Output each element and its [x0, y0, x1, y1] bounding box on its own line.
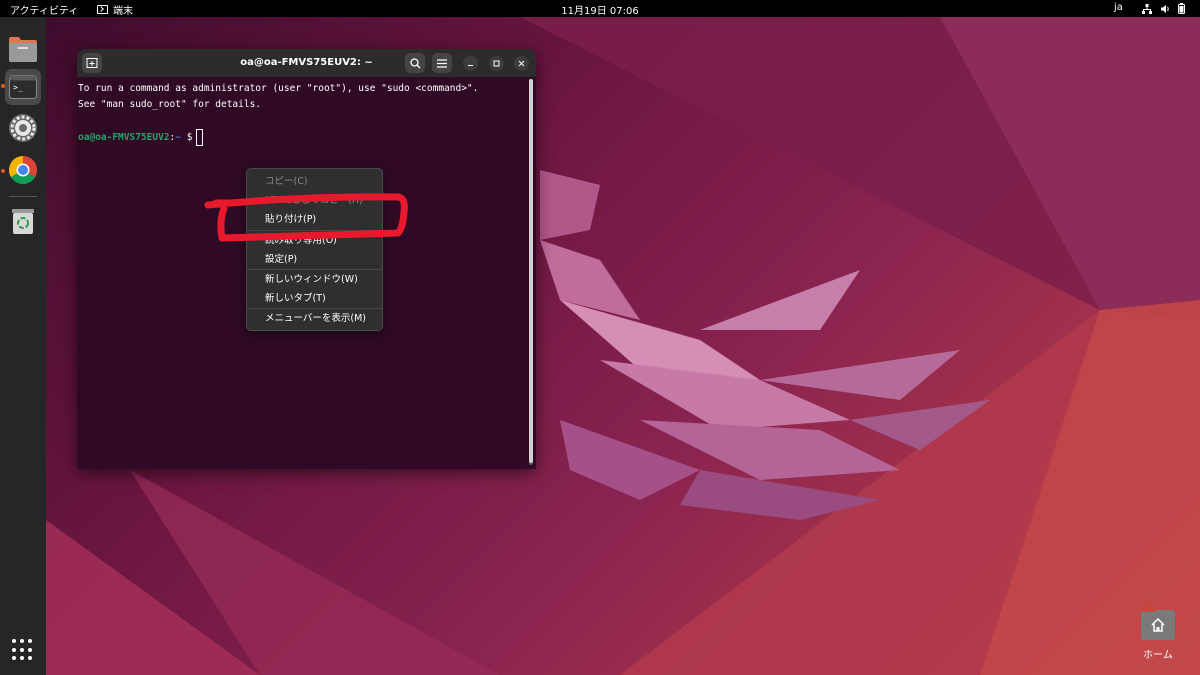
dock-trash[interactable] — [5, 203, 41, 239]
prompt-user: oa@oa-FMVS75EUV2 — [78, 132, 170, 143]
dock-separator — [9, 196, 37, 197]
terminal-header-bar[interactable]: oa@oa-FMVS75EUV2: ~ — [77, 49, 536, 77]
hamburger-menu-icon — [437, 58, 447, 68]
minimize-button[interactable] — [463, 56, 478, 71]
terminal-context-menu: コピー(C) HTMLとしてコピー(H) 貼り付け(P) 読み取り専用(O) 設… — [246, 168, 383, 331]
close-icon — [518, 60, 525, 67]
dock-terminal[interactable]: >_ — [5, 69, 41, 105]
terminal-prompt-line: oa@oa-FMVS75EUV2:~ $ — [78, 129, 528, 146]
close-button[interactable] — [514, 56, 529, 71]
menu-item-show-menubar[interactable]: メニューバーを表示(M) — [247, 309, 382, 328]
top-bar: アクティビティ 端末 11月19日 07:06 ja — [0, 0, 1200, 17]
maximize-button[interactable] — [489, 56, 504, 71]
dock-chrome[interactable] — [5, 152, 41, 188]
clock[interactable]: 11月19日 07:06 — [0, 2, 1200, 17]
menu-item-paste[interactable]: 貼り付け(P) — [247, 210, 382, 229]
hamburger-menu-button[interactable] — [432, 53, 452, 73]
terminal-line: See "man sudo_root" for details. — [78, 99, 262, 110]
scrollbar-thumb[interactable] — [529, 79, 533, 463]
terminal-line: To run a command as administrator (user … — [78, 83, 479, 94]
chrome-icon — [9, 156, 37, 184]
search-button[interactable] — [405, 53, 425, 73]
terminal-scrollbar[interactable] — [529, 79, 533, 465]
menu-item-new-window[interactable]: 新しいウィンドウ(W) — [247, 270, 382, 289]
input-language-indicator[interactable]: ja — [1114, 2, 1123, 13]
home-folder-icon — [1141, 606, 1175, 640]
show-applications-button[interactable] — [12, 639, 34, 661]
search-icon — [409, 57, 420, 68]
prompt-symbol: $ — [186, 132, 193, 143]
desktop-home-folder[interactable]: ホーム — [1135, 606, 1181, 661]
system-tray[interactable] — [1142, 3, 1185, 14]
trash-icon — [12, 209, 34, 234]
dock-files[interactable] — [5, 31, 41, 67]
menu-item-preferences[interactable]: 設定(P) — [247, 250, 382, 269]
house-icon — [1151, 618, 1165, 632]
settings-icon — [9, 114, 37, 142]
prompt-path: ~ — [175, 132, 181, 143]
maximize-icon — [493, 60, 500, 67]
terminal-icon: >_ — [9, 75, 37, 99]
menu-item-copy-html[interactable]: HTMLとしてコピー(H) — [247, 191, 382, 210]
files-icon — [9, 37, 37, 62]
minimize-icon — [468, 65, 473, 66]
volume-icon — [1161, 4, 1169, 13]
svg-text:>_: >_ — [13, 83, 23, 92]
menu-item-read-only[interactable]: 読み取り専用(O) — [247, 231, 382, 250]
dock-settings[interactable] — [5, 110, 41, 146]
text-cursor — [196, 129, 204, 146]
battery-icon — [1178, 3, 1185, 14]
menu-item-new-tab[interactable]: 新しいタブ(T) — [247, 289, 382, 308]
home-folder-label: ホーム — [1143, 650, 1173, 661]
dock: >_ — [0, 17, 46, 675]
network-icon — [1142, 3, 1152, 14]
menu-item-copy[interactable]: コピー(C) — [247, 172, 382, 191]
